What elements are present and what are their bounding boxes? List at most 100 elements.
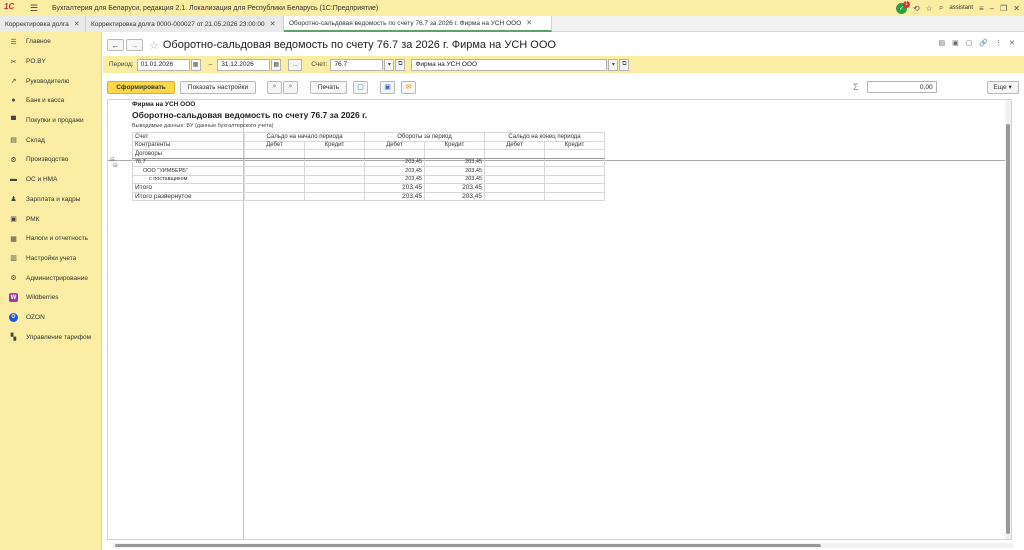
- turnover-credit: 203,45: [424, 157, 485, 167]
- close-tab-icon[interactable]: ✕: [270, 20, 276, 28]
- favorite-star-icon[interactable]: ☆: [149, 39, 159, 52]
- period-select-button[interactable]: ...: [288, 58, 303, 71]
- menu-list-icon: ☰: [10, 38, 17, 46]
- preview-icon[interactable]: ▢: [966, 39, 973, 47]
- sidebar: ☰ Главное ✂ PO.BY ↗ Руководителю ● Банк и ка…: [0, 32, 102, 550]
- close-icon[interactable]: ✕: [1013, 4, 1020, 13]
- empty-cell: [484, 183, 545, 193]
- back-button[interactable]: ←: [107, 39, 124, 51]
- sidebar-item-manager[interactable]: ↗ Руководителю: [0, 71, 101, 91]
- calendar-icon[interactable]: ▦: [190, 58, 201, 71]
- favorites-icon[interactable]: ☆: [926, 4, 933, 13]
- horizontal-scrollbar[interactable]: [113, 543, 1013, 548]
- gear-icon: ⚙: [10, 156, 17, 164]
- open-icon[interactable]: ⧉: [619, 58, 630, 71]
- turnover-debit: 203,45: [364, 183, 425, 193]
- save-icon[interactable]: ▣: [952, 39, 959, 47]
- notifications-icon[interactable]: ✓ 1: [895, 0, 910, 14]
- chevron-down-icon[interactable]: ▾: [384, 58, 395, 71]
- generate-button[interactable]: Сформировать: [107, 80, 175, 94]
- minimize-icon[interactable]: –: [990, 4, 994, 13]
- search-settings-icon[interactable]: ⌕: [283, 80, 298, 94]
- scrollbar-thumb[interactable]: [115, 544, 821, 547]
- show-settings-button[interactable]: Показать настройки: [180, 80, 256, 94]
- sidebar-item-taxes[interactable]: ▦ Налоги и отчетность: [0, 229, 101, 249]
- sidebar-item-main[interactable]: ☰ Главное: [0, 32, 101, 52]
- sidebar-item-salary[interactable]: ♟ Зарплата и кадры: [0, 190, 101, 210]
- tab-turnover-report[interactable]: Оборотно-сальдовая ведомость по счету 76…: [284, 16, 552, 32]
- sidebar-item-warehouse[interactable]: ▤ Склад: [0, 130, 101, 150]
- tab-debt-adjustment[interactable]: Корректировка долга ✕: [0, 16, 86, 32]
- sidebar-item-label: Банк и касса: [26, 97, 65, 105]
- preview-icon[interactable]: ▢: [353, 80, 368, 94]
- header-debit: Дебет: [244, 140, 305, 150]
- table-total-row[interactable]: Итого 203,45 203,45: [132, 183, 605, 193]
- tab-debt-adjustment-doc[interactable]: Корректировка долга 0000-000027 от 21.05…: [86, 16, 284, 32]
- header-account: Счет: [132, 132, 245, 142]
- empty-cell: [424, 149, 485, 159]
- sidebar-item-admin[interactable]: ⚙ Администрирование: [0, 268, 101, 288]
- history-icon[interactable]: ⟲: [913, 4, 920, 13]
- vertical-scrollbar[interactable]: [1005, 100, 1011, 539]
- chevron-down-icon[interactable]: ▾: [608, 58, 619, 71]
- empty-cell: [244, 157, 305, 167]
- toolbar: Сформировать Показать настройки ⌕ ⌕ Печа…: [107, 80, 1019, 94]
- period-bar: Период: 01.01.2026 ▦ – 31.12.2026 ▦ ... …: [103, 56, 1024, 73]
- sidebar-item-tariff[interactable]: ▚ Управление тарифом: [0, 327, 101, 347]
- table-total-row[interactable]: Итого развернутое 203,45 203,45: [132, 191, 605, 201]
- save-icon[interactable]: ▣: [380, 80, 395, 94]
- warehouse-icon: ▤: [10, 137, 17, 145]
- sidebar-item-ozon[interactable]: O OZON: [0, 308, 101, 328]
- main-menu-icon[interactable]: ☰: [30, 3, 42, 14]
- link-icon[interactable]: 🔗: [979, 39, 988, 47]
- header-debit: Дебет: [364, 140, 425, 150]
- sidebar-item-production[interactable]: ⚙ Производство: [0, 150, 101, 170]
- sidebar-item-assets[interactable]: ▬ ОС и НМА: [0, 170, 101, 190]
- table-row[interactable]: ООО "УИМБЕРБ" 203,45 203,45: [132, 166, 605, 176]
- period-to-field[interactable]: 31.12.2026: [217, 58, 271, 71]
- user-name[interactable]: assistant: [949, 5, 973, 11]
- sidebar-item-poby[interactable]: ✂ PO.BY: [0, 52, 101, 72]
- period-from-field[interactable]: 01.01.2026: [136, 58, 190, 71]
- sum-icon: Σ: [853, 82, 859, 92]
- row-name: с поставщиком: [132, 174, 245, 184]
- sidebar-item-label: Производство: [26, 156, 69, 164]
- empty-cell: [484, 174, 545, 184]
- close-form-icon[interactable]: ✕: [1009, 39, 1015, 47]
- close-tab-icon[interactable]: ✕: [526, 19, 532, 27]
- search-icon[interactable]: ⌕: [939, 3, 943, 13]
- empty-cell: [304, 166, 365, 176]
- close-tab-icon[interactable]: ✕: [74, 20, 80, 28]
- more-button[interactable]: Еще ▾: [986, 80, 1019, 94]
- settings-menu-icon[interactable]: ≡: [979, 4, 984, 13]
- sidebar-item-sales[interactable]: ▀ Покупки и продажи: [0, 111, 101, 131]
- tree-toggle-icons[interactable]: ⊟ ⊟: [110, 157, 118, 169]
- sidebar-item-rmk[interactable]: ▣ РМК: [0, 209, 101, 229]
- more-icon[interactable]: ⋮: [995, 39, 1002, 47]
- turnover-credit: 203,45: [424, 174, 485, 184]
- main-area: ← → ☆ Оборотно-сальдовая ведомость по сч…: [103, 32, 1024, 550]
- title-bar: 1С ☰ Бухгалтерия для Беларуси, редакция …: [0, 0, 1024, 16]
- account-field[interactable]: 76.7: [330, 58, 384, 71]
- open-icon[interactable]: ⧉: [395, 58, 406, 71]
- table-row[interactable]: 76.7 203,45 203,45: [132, 157, 605, 167]
- maximize-icon[interactable]: ❐: [1000, 4, 1007, 13]
- sidebar-item-accounting-settings[interactable]: ▥ Настройки учета: [0, 249, 101, 269]
- forward-button[interactable]: →: [126, 39, 143, 51]
- table-row[interactable]: с поставщиком 203,45 203,45: [132, 174, 605, 184]
- header-contractors: Контрагенты: [132, 140, 245, 150]
- calendar-icon[interactable]: ▦: [271, 58, 282, 71]
- gear-icon: ⚙: [10, 275, 17, 283]
- print-button[interactable]: Печать: [310, 80, 347, 94]
- tab-label: Корректировка долга: [5, 20, 69, 28]
- report-area[interactable]: Фирма на УСН ООО Оборотно-сальдовая ведо…: [107, 99, 1012, 540]
- sidebar-item-wildberries[interactable]: W Wildberries: [0, 288, 101, 308]
- sidebar-item-bank[interactable]: ● Банк и касса: [0, 91, 101, 111]
- empty-cell: [244, 191, 305, 201]
- mail-icon[interactable]: ✉: [401, 80, 416, 94]
- print-icon[interactable]: ▤: [939, 39, 946, 47]
- empty-cell: [544, 166, 605, 176]
- organization-field[interactable]: Фирма на УСН ООО: [411, 58, 608, 71]
- scrollbar-thumb[interactable]: [1006, 124, 1010, 534]
- search-icon[interactable]: ⌕: [267, 80, 282, 94]
